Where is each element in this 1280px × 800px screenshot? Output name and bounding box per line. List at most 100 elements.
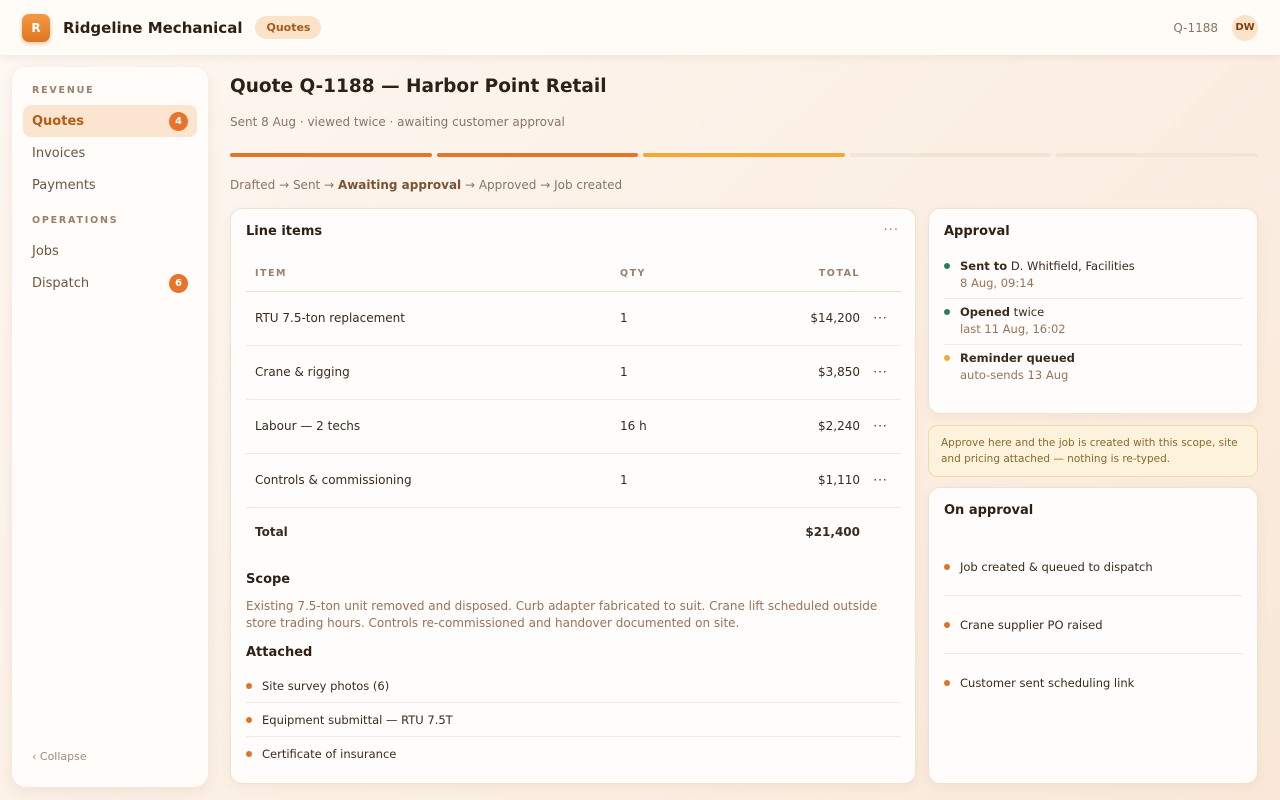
event-detail: D. Whitfield, Facilities <box>1007 259 1135 273</box>
sidebar-item-invoices[interactable]: Invoices <box>23 137 197 169</box>
app-name: Ridgeline Mechanical <box>63 18 243 37</box>
row-qty: 16 h <box>620 399 750 454</box>
bullet-icon <box>246 751 252 757</box>
row-more-icon[interactable]: ··· <box>860 399 901 454</box>
status-dot-icon <box>944 309 950 315</box>
event-detail: twice <box>1010 305 1045 319</box>
sidebar-item-label: Invoices <box>32 145 86 161</box>
table-header-row: ITEM QTY TOTAL <box>246 257 901 292</box>
on-approval-label: Customer sent scheduling link <box>960 676 1135 690</box>
progress-segment <box>849 153 1052 157</box>
step-awaiting-approval: Awaiting approval <box>337 178 462 192</box>
attachments-list: Site survey photos (6) Equipment submitt… <box>246 669 901 771</box>
table-row[interactable]: Labour — 2 techs 16 h $2,240 ··· <box>246 399 901 454</box>
on-approval-label: Crane supplier PO raised <box>960 617 1103 632</box>
event-action: Reminder queued <box>960 351 1075 365</box>
bullet-icon <box>246 682 252 689</box>
attachment-label: Equipment submittal — RTU 7.5T <box>262 712 453 727</box>
quote-reference: Q-1188 <box>1173 20 1218 35</box>
step-arrow: → <box>320 178 338 192</box>
app-logo[interactable]: R <box>22 13 50 42</box>
row-qty: 1 <box>620 345 750 400</box>
user-avatar[interactable]: DW <box>1232 14 1258 41</box>
attachment-label: Certificate of insurance <box>262 747 397 761</box>
line-items-table: ITEM QTY TOTAL RTU 7.5-ton replacement 1… <box>246 257 901 557</box>
sidebar-item-label: Quotes <box>32 113 85 129</box>
on-approval-item: Customer sent scheduling link <box>944 654 1242 712</box>
on-approval-label: Job created & queued to dispatch <box>960 559 1153 574</box>
row-more-icon[interactable]: ··· <box>860 345 901 400</box>
status-steps: Drafted → Sent → Awaiting approval → App… <box>230 178 622 192</box>
progress-segment <box>230 153 432 157</box>
row-more-icon[interactable]: ··· <box>860 453 901 508</box>
event-action: Opened <box>960 305 1011 319</box>
row-item: Crane & rigging <box>246 345 620 400</box>
row-total: $2,240 <box>750 399 860 454</box>
row-total: $3,850 <box>750 345 860 400</box>
approval-card: Approval Sent to D. Whitfield, Facilitie… <box>928 208 1258 414</box>
column-header-qty: QTY <box>620 257 750 292</box>
dispatch-count-badge: 6 <box>169 273 188 293</box>
page-title: Quote Q-1188 — Harbor Point Retail <box>230 76 607 97</box>
event-action: Sent to <box>960 259 1008 273</box>
sidebar-item-quotes[interactable]: Quotes 4 <box>23 105 197 137</box>
row-total: $1,110 <box>750 453 860 508</box>
total-row: Total $21,400 <box>246 507 901 557</box>
row-item: Controls & commissioning <box>246 453 620 508</box>
sidebar-item-label: Dispatch <box>32 275 90 291</box>
on-approval-card: On approval Job created & queued to disp… <box>928 487 1258 784</box>
sidebar-item-jobs[interactable]: Jobs <box>23 235 197 267</box>
top-right-group: Q-1188 DW <box>1173 14 1258 41</box>
approval-timeline: Sent to D. Whitfield, Facilities 8 Aug, … <box>944 253 1242 390</box>
progress-segment <box>436 153 639 157</box>
step-sent: Sent <box>292 178 321 192</box>
approval-title: Approval <box>944 224 1010 239</box>
sidebar-section-operations: OPERATIONS <box>32 215 119 226</box>
attachment-label: Site survey photos (6) <box>262 678 390 693</box>
bullet-icon <box>944 621 950 628</box>
event-timestamp: 8 Aug, 09:14 <box>960 276 1034 290</box>
attached-heading: Attached <box>246 645 313 660</box>
row-more-icon[interactable]: ··· <box>860 291 901 346</box>
bullet-icon <box>944 563 950 570</box>
approval-event: Reminder queued auto-sends 13 Aug <box>944 345 1242 390</box>
row-qty: 1 <box>620 291 750 346</box>
approval-event: Opened twice last 11 Aug, 16:02 <box>944 299 1242 345</box>
step-drafted: Drafted <box>230 178 276 192</box>
column-header-item: ITEM <box>246 257 620 292</box>
attachment-item[interactable]: Certificate of insurance <box>246 737 901 771</box>
event-timestamp: auto-sends 13 Aug <box>960 368 1069 382</box>
table-row[interactable]: Controls & commissioning 1 $1,110 ··· <box>246 453 901 508</box>
row-total: $14,200 <box>750 291 860 346</box>
progress-segment <box>1056 153 1258 157</box>
step-job-created: Job created <box>554 178 623 192</box>
step-arrow: → <box>275 178 293 192</box>
on-approval-title: On approval <box>944 503 1034 518</box>
sidebar-item-dispatch[interactable]: Dispatch 6 <box>23 267 197 299</box>
table-row[interactable]: RTU 7.5-ton replacement 1 $14,200 ··· <box>246 291 901 346</box>
approval-event: Sent to D. Whitfield, Facilities 8 Aug, … <box>944 253 1242 299</box>
column-header-actions <box>860 257 901 292</box>
total-value: $21,400 <box>805 525 860 540</box>
sidebar-item-payments[interactable]: Payments <box>23 169 197 201</box>
total-label: Total <box>255 525 288 540</box>
attachment-item[interactable]: Site survey photos (6) <box>246 669 901 703</box>
step-approved: Approved <box>478 178 537 192</box>
sidebar-item-label: Payments <box>32 177 96 193</box>
sidebar-item-label: Jobs <box>32 243 59 259</box>
table-row[interactable]: Crane & rigging 1 $3,850 ··· <box>246 345 901 400</box>
step-arrow: → <box>461 178 479 192</box>
approval-info-note: Approve here and the job is created with… <box>928 425 1258 477</box>
bullet-icon <box>944 680 950 686</box>
on-approval-list: Job created & queued to dispatch Crane s… <box>944 538 1242 712</box>
status-dot-icon <box>944 355 950 361</box>
section-pill[interactable]: Quotes <box>255 16 322 39</box>
top-bar: R Ridgeline Mechanical Quotes Q-1188 DW <box>0 0 1280 55</box>
collapse-sidebar-button[interactable]: ‹ Collapse <box>32 750 87 763</box>
page-subtitle: Sent 8 Aug · viewed twice · awaiting cus… <box>230 115 565 129</box>
row-item: RTU 7.5-ton replacement <box>246 291 620 346</box>
more-options-icon[interactable]: ··· <box>884 223 899 238</box>
on-approval-item: Job created & queued to dispatch <box>944 538 1242 596</box>
progress-segment <box>643 153 845 157</box>
attachment-item[interactable]: Equipment submittal — RTU 7.5T <box>246 703 901 737</box>
